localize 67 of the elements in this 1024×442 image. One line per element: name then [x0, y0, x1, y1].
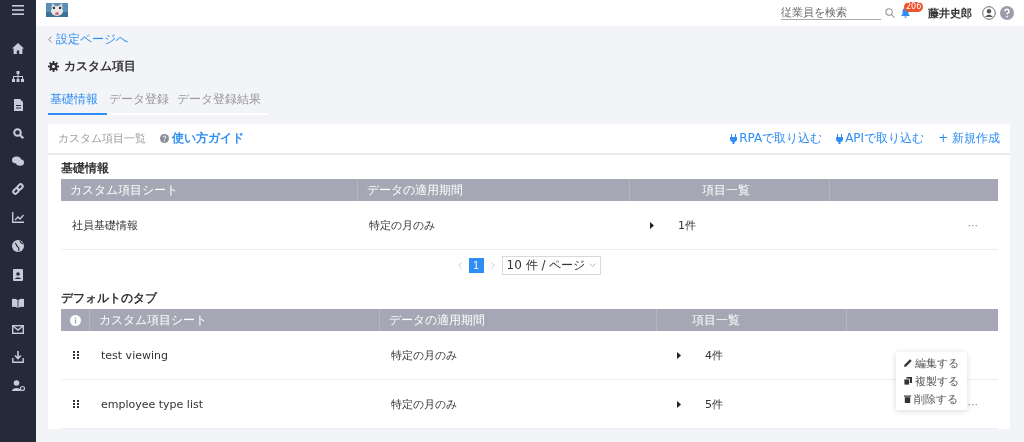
user-settings-icon[interactable]: [11, 380, 25, 391]
back-link[interactable]: 設定ページへ: [48, 32, 1010, 46]
expand-arrow-icon[interactable]: [677, 351, 681, 359]
document-icon[interactable]: [13, 99, 23, 111]
page-button[interactable]: 1: [468, 257, 484, 273]
table-cell-text: 社員基礎情報: [71, 217, 139, 233]
guide-link[interactable]: 使い方ガイド: [160, 130, 244, 147]
chart-icon[interactable]: [12, 212, 24, 223]
table-cell: 4件: [705, 347, 723, 363]
table-cell-text: 特定の月のみ: [390, 347, 458, 363]
user-name[interactable]: 藤井史郎: [928, 5, 972, 21]
trash-icon: [904, 395, 911, 403]
column-header: 項目一覧: [657, 309, 847, 331]
column-header: データの適用期間: [380, 309, 657, 331]
home-icon[interactable]: [12, 43, 24, 54]
notification-count: 206: [904, 2, 924, 12]
action-link[interactable]: RPAで取り込む: [730, 130, 823, 147]
avatar-icon[interactable]: [982, 6, 996, 20]
drag-handle-icon[interactable]: [72, 400, 79, 408]
column-header: 項目一覧: [630, 179, 830, 201]
more-button[interactable]: ···: [967, 218, 978, 232]
page-size-select[interactable]: 10 件 / ページ: [501, 255, 602, 275]
settings-icon: [48, 61, 59, 72]
more-button[interactable]: ···: [967, 397, 978, 411]
tab[interactable]: データ登録: [107, 87, 175, 115]
table-cell-text: 特定の月のみ: [390, 396, 458, 412]
chevron-left-icon: [48, 35, 52, 43]
pencil-icon: [904, 359, 912, 367]
column-header: データの適用期間: [358, 179, 630, 201]
menu-item[interactable]: 複製する: [904, 372, 959, 390]
table-cell-text: employee type list: [100, 397, 205, 411]
back-link-text[interactable]: 設定ページへ: [56, 30, 128, 48]
table-cell: 5件: [705, 396, 723, 412]
book-icon[interactable]: [12, 298, 24, 308]
download-icon[interactable]: [12, 351, 24, 363]
section-title: デフォルトのタブ: [61, 290, 159, 305]
table-cell-text: 特定の月のみ: [368, 217, 436, 233]
plug-icon: [836, 133, 844, 144]
menu-item[interactable]: 編集する: [904, 354, 959, 372]
plug-icon: [730, 133, 738, 144]
copy-icon: [904, 377, 912, 385]
column-header: カスタム項目シート: [90, 309, 380, 331]
menu-item[interactable]: 削除する: [904, 390, 959, 408]
chevron-down-icon: [589, 263, 597, 267]
table-cell: 1件: [678, 217, 696, 233]
table-cell-text: test viewing: [100, 348, 169, 362]
link-icon[interactable]: [12, 183, 24, 195]
search-field[interactable]: 従業員を検索: [781, 6, 881, 20]
section-title: 基礎情報: [61, 160, 110, 175]
globe-icon[interactable]: [12, 240, 24, 252]
chat-icon[interactable]: [12, 156, 24, 166]
expand-arrow-icon[interactable]: [677, 400, 681, 408]
tab[interactable]: 基礎情報: [48, 87, 107, 115]
mail-icon[interactable]: [12, 325, 24, 334]
card-title: カスタム項目一覧: [58, 131, 146, 146]
column-header: カスタム項目シート: [61, 179, 358, 201]
contact-card-icon[interactable]: [13, 269, 23, 281]
expand-arrow-icon[interactable]: [650, 221, 654, 229]
question-icon: [160, 134, 169, 143]
drag-handle-icon[interactable]: [72, 351, 79, 359]
menu-icon[interactable]: [12, 5, 24, 15]
action-link[interactable]: APIで取り込む: [836, 130, 925, 147]
tab[interactable]: データ登録結果: [175, 87, 267, 115]
action-link[interactable]: + 新規作成: [938, 130, 1000, 147]
page-title: カスタム項目: [64, 58, 136, 75]
search-icon[interactable]: [12, 128, 24, 139]
sitemap-icon[interactable]: [12, 71, 24, 82]
